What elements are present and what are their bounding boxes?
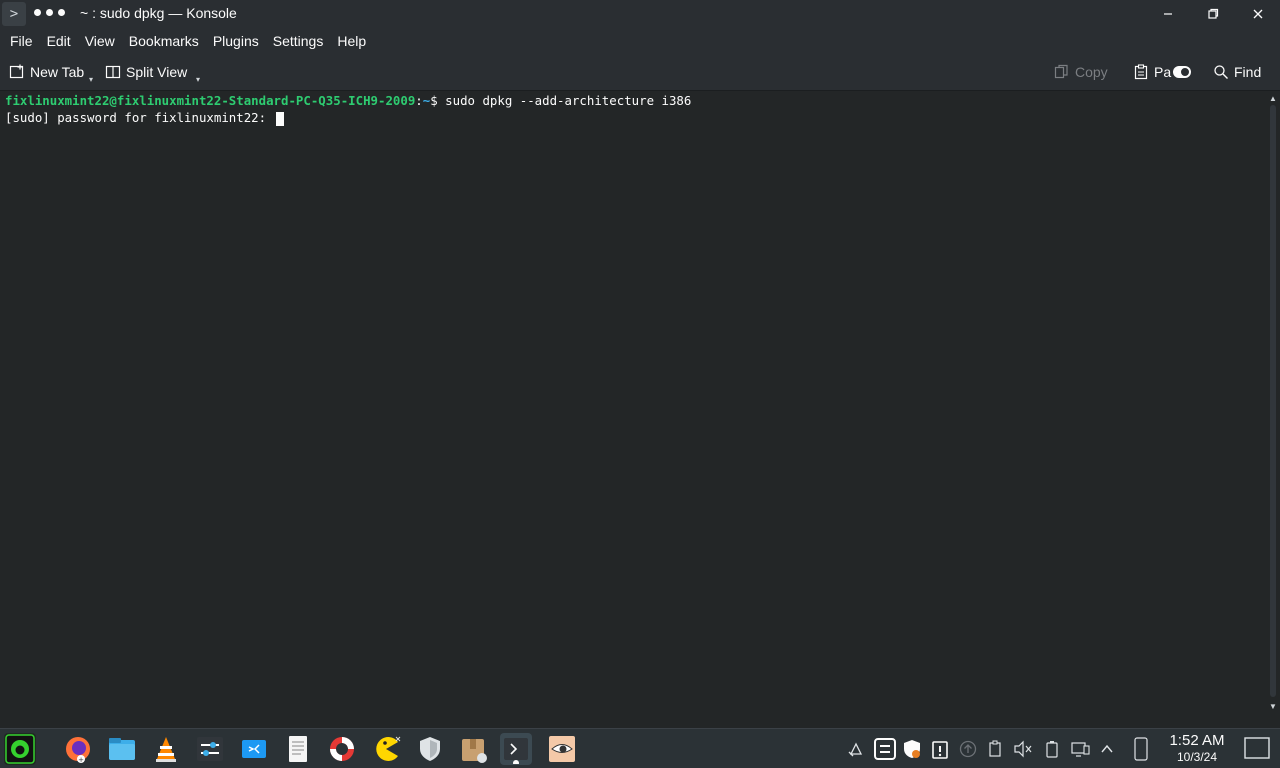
scroll-down-icon[interactable]: ▼ — [1266, 699, 1280, 713]
terminal-line-2: [sudo] password for fixlinuxmint22: — [5, 109, 1261, 126]
new-tab-icon — [9, 64, 25, 80]
menu-file[interactable]: File — [10, 33, 33, 49]
find-label: Find — [1234, 64, 1262, 80]
firefox-icon[interactable]: + — [62, 733, 94, 765]
split-view-dropdown-icon[interactable]: ▾ — [196, 75, 200, 84]
title-dots-icon — [34, 9, 65, 16]
clock[interactable]: 1:52 AM 10/3/24 — [1162, 732, 1232, 764]
archive-manager-icon[interactable] — [458, 733, 490, 765]
copy-icon — [1054, 64, 1070, 80]
battery-icon[interactable] — [1042, 739, 1062, 759]
paste-button[interactable]: Pa — [1133, 61, 1192, 83]
file-manager-icon[interactable] — [106, 733, 138, 765]
terminal-line-1: fixlinuxmint22@fixlinuxmint22-Standard-P… — [5, 92, 1261, 109]
menu-bookmarks[interactable]: Bookmarks — [129, 33, 199, 49]
menu-view[interactable]: View — [85, 33, 115, 49]
prompt-separator: : — [415, 93, 423, 108]
minimize-icon — [1164, 13, 1172, 15]
text-editor-icon[interactable] — [282, 733, 314, 765]
scroll-up-icon[interactable]: ▲ — [1266, 91, 1280, 105]
terminal-scrollbar[interactable]: ▲ ▼ — [1266, 91, 1280, 727]
firewall-shield-icon[interactable] — [414, 733, 446, 765]
menu-bar: File Edit View Bookmarks Plugins Setting… — [0, 28, 1280, 53]
network-icon[interactable] — [1070, 739, 1090, 759]
maximize-button[interactable] — [1203, 4, 1223, 24]
menu-settings[interactable]: Settings — [273, 33, 324, 49]
paste-icon — [1133, 64, 1149, 80]
new-tab-label: New Tab — [30, 64, 85, 80]
minimize-button[interactable] — [1158, 4, 1178, 24]
tray-expand-icon[interactable] — [1097, 739, 1117, 759]
prompt-symbol: $ — [430, 93, 446, 108]
split-view-label: Split View — [126, 64, 188, 80]
kdeconnect-icon[interactable] — [238, 733, 270, 765]
clock-date: 10/3/24 — [1176, 750, 1218, 764]
taskbar: + 1:52 AM 10/3/24 — [0, 728, 1280, 768]
clipboard-icon[interactable] — [986, 739, 1006, 759]
search-icon — [1213, 64, 1229, 80]
settings-manager-icon[interactable] — [194, 733, 226, 765]
application-menu-icon[interactable] — [4, 733, 36, 765]
toolbar: New Tab ▾ Split View ▾ Copy Pa Find — [0, 53, 1280, 91]
clipboard-alert-icon[interactable] — [930, 739, 950, 759]
clock-time: 1:52 AM — [1169, 732, 1225, 749]
close-button[interactable] — [1248, 4, 1268, 24]
restore-icon — [1208, 8, 1219, 19]
upload-icon[interactable] — [958, 739, 978, 759]
security-shield-icon[interactable] — [902, 739, 922, 759]
kdeconnect-device-icon[interactable] — [1131, 737, 1151, 761]
terminal-command: sudo dpkg --add-architecture i386 — [445, 93, 692, 108]
notifications-icon[interactable] — [846, 739, 866, 759]
scroll-track[interactable] — [1270, 105, 1276, 697]
konsole-taskbar-icon[interactable] — [500, 733, 532, 765]
terminal-area[interactable]: fixlinuxmint22@fixlinuxmint22-Standard-P… — [0, 91, 1266, 727]
window-title: ~ : sudo dpkg — Konsole — [80, 5, 237, 21]
sudo-password-prompt: [sudo] password for fixlinuxmint22: — [5, 110, 274, 125]
close-icon — [1253, 9, 1263, 19]
split-view-icon — [105, 64, 121, 80]
vlc-icon[interactable] — [150, 733, 182, 765]
konsole-app-icon[interactable]: > — [2, 2, 26, 26]
find-button[interactable]: Find — [1213, 61, 1261, 83]
help-center-icon[interactable] — [326, 733, 358, 765]
copy-label: Copy — [1075, 64, 1108, 80]
paste-label: Pa — [1154, 64, 1172, 80]
copy-button[interactable]: Copy — [1054, 61, 1108, 83]
terminal-cursor — [275, 111, 284, 126]
svg-text:+: + — [78, 756, 84, 764]
update-manager-icon[interactable] — [874, 738, 896, 760]
eye-of-gnome-icon[interactable] — [546, 733, 578, 765]
split-view-button[interactable]: Split View — [105, 61, 187, 83]
title-bar: > ~ : sudo dpkg — Konsole — [0, 0, 1280, 28]
show-desktop-icon[interactable] — [1244, 737, 1270, 761]
new-tab-button[interactable]: New Tab — [9, 61, 84, 83]
menu-plugins[interactable]: Plugins — [213, 33, 259, 49]
menu-edit[interactable]: Edit — [47, 33, 71, 49]
pacman-game-icon[interactable] — [370, 733, 402, 765]
toggle-icon — [1173, 66, 1192, 78]
menu-help[interactable]: Help — [337, 33, 366, 49]
volume-muted-icon[interactable] — [1013, 739, 1033, 759]
new-tab-dropdown-icon[interactable]: ▾ — [89, 75, 93, 84]
prompt-user-host: fixlinuxmint22@fixlinuxmint22-Standard-P… — [5, 93, 416, 108]
